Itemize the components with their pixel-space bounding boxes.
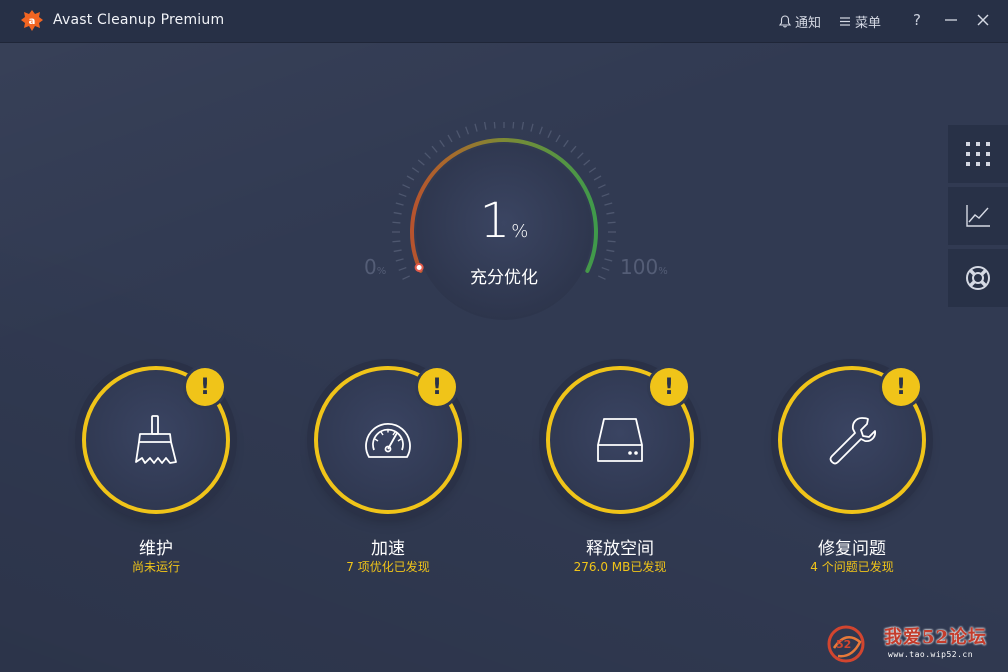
gauge-max-value: 100 [620,255,659,279]
gauge-tick [607,240,616,243]
menu-button[interactable]: 菜单 [839,12,881,31]
gauge-tick [604,258,613,262]
title-bar: a Avast Cleanup Premium 通知 菜单 ? [0,0,1008,43]
gauge-tick [393,211,402,215]
menu-label: 菜单 [855,16,882,31]
gauge-tick [607,221,616,224]
svg-text:a: a [29,16,36,27]
gauge-caption: 充分优化 [470,268,538,288]
close-icon [977,14,989,26]
tile-fix-problems[interactable]: ! 修复问题 4 个问题已发现 [760,366,950,586]
gauge-tick [456,130,461,139]
gauge-value: 1% [454,196,554,257]
gauge-max-label: 100% [620,255,668,279]
gauge-value-number: 1 [479,193,511,249]
gauge-tick [583,159,591,166]
side-support-button[interactable] [948,249,1008,307]
gauge-tick [392,221,401,224]
minimize-button[interactable] [939,8,963,32]
gauge-tick [398,266,407,271]
gauge-tick [588,167,597,173]
gauge-tick [395,202,404,206]
gauge-tick [411,167,420,173]
notifications-label: 通知 [795,16,822,31]
gauge-tick [402,275,411,280]
side-stats-button[interactable] [948,187,1008,245]
gauge-indicator [414,263,424,273]
gauge-tick [474,123,478,132]
gauge-tick [597,275,606,280]
watermark-url: www.tao.wip52.cn [888,650,974,659]
warning-badge-icon: ! [418,368,456,406]
gauge-tick [392,240,401,243]
chart-icon [966,205,990,227]
gauge-tick [570,145,577,153]
gauge-value-unit: % [511,221,529,242]
gauge-tick [606,211,615,215]
gauge-tick [493,122,496,129]
gauge-min-unit: % [376,266,387,277]
notifications-button[interactable]: 通知 [779,12,821,31]
gauge-tick [604,202,613,206]
tile-label: 维护 [139,539,173,559]
gauge-max-unit: % [658,266,668,277]
gauge-tick [606,249,615,253]
help-button[interactable]: ? [905,8,929,32]
gauge-tick [512,122,515,129]
gauge-tick [563,139,569,148]
tile-label: 加速 [371,539,405,559]
grid-icon [966,142,990,166]
warning-badge-icon: ! [186,368,224,406]
tile-status: 7 项优化已发现 [346,560,430,574]
gauge-tick [406,175,415,181]
tile-free-space[interactable]: ! 释放空间 276.0 MB已发现 [528,366,718,586]
warning-badge-icon: ! [650,368,688,406]
gauge-tick [521,122,525,130]
tile-label: 释放空间 [586,539,654,559]
gauge-tick [555,134,561,143]
warning-badge-icon: ! [882,368,920,406]
lifebuoy-icon [966,266,990,290]
tile-status: 4 个问题已发现 [810,560,894,574]
gauge-tick [402,184,411,189]
gauge-tick [417,159,425,166]
close-button[interactable] [971,8,995,32]
gauge-min-label: 0% [364,255,386,279]
gauge-tick [530,123,534,132]
gauge-tick [393,249,402,253]
gauge-tick [597,184,606,189]
tile-maintenance[interactable]: ! 维护 尚未运行 [64,366,254,586]
gauge-tick [601,266,610,271]
side-apps-button[interactable] [948,125,1008,183]
gauge-tick [398,193,407,198]
drive-icon [597,418,643,462]
tile-status: 尚未运行 [131,560,180,574]
wrench-icon [829,417,877,465]
gauge-tick [431,145,438,153]
tile-label: 修复问题 [818,539,886,559]
bell-icon [779,15,791,28]
gauge-tick [547,130,552,139]
app-title: Avast Cleanup Premium [53,12,225,28]
hamburger-icon [840,17,850,26]
gauge-min-value: 0 [364,255,377,279]
avast-logo-icon: a [21,10,43,31]
speedometer-icon [365,423,411,458]
gauge-tick [465,126,470,135]
gauge-tick [483,122,487,130]
watermark-text: 我爱52论坛 [884,627,988,648]
broom-icon [135,415,177,464]
gauge-tick [439,139,445,148]
gauge-tick [577,152,584,159]
gauge-tick [395,258,404,262]
tile-speed-up[interactable]: ! 加速 7 项优化已发现 [296,366,486,586]
gauge-tick [424,152,431,159]
minimize-icon [945,19,957,21]
gauge-tick [538,126,543,135]
svg-text:52: 52 [836,638,851,651]
tile-status: 276.0 MB已发现 [573,560,667,574]
gauge-tick [447,134,453,143]
gauge-tick [601,193,610,198]
gauge-tick [593,175,602,181]
